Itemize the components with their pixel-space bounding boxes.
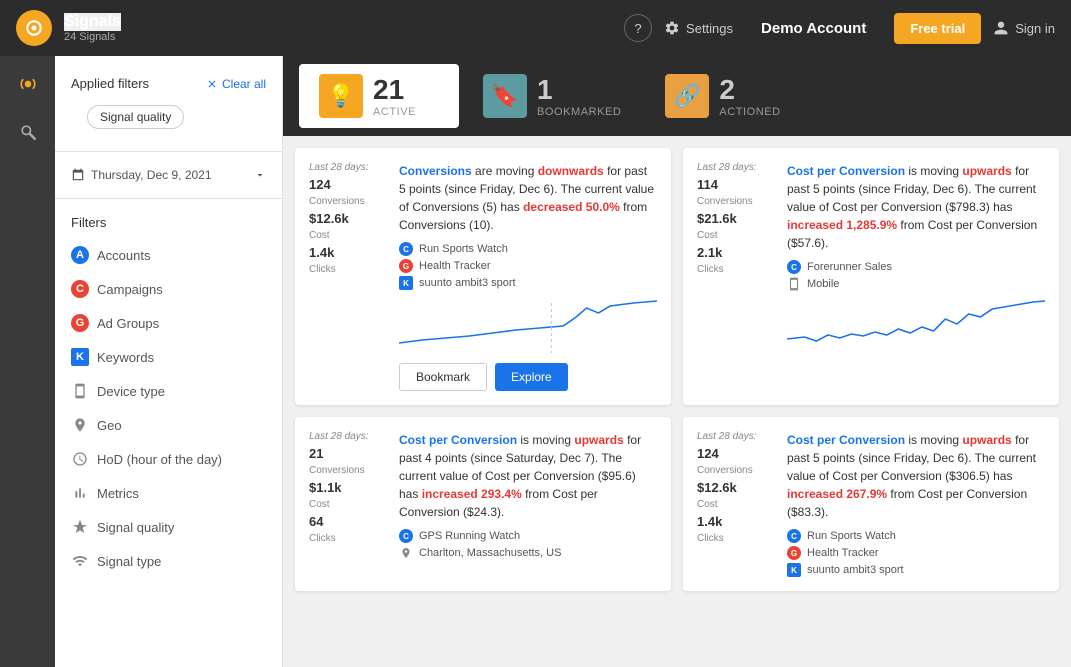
free-trial-button[interactable]: Free trial <box>894 13 981 44</box>
actioned-tab-icon: 🔗 <box>665 74 709 118</box>
help-button[interactable]: ? <box>624 14 652 42</box>
tag-mobile: Mobile <box>787 277 1045 291</box>
bookmark-button-1[interactable]: Bookmark <box>399 363 487 391</box>
filter-signal-type-icon <box>71 552 89 570</box>
signal-card-2: Last 28 days: 114 Conversions $21.6k Cos… <box>683 148 1059 405</box>
tab-active[interactable]: 💡 21 Active <box>299 64 459 128</box>
filter-accounts-icon: A <box>71 246 89 264</box>
card1-metric-link[interactable]: Conversions <box>399 164 472 178</box>
demo-account-label: Demo Account <box>745 20 882 37</box>
settings-button[interactable]: Settings <box>664 20 733 36</box>
filter-campaigns-icon: C <box>71 280 89 298</box>
signal-card-1: Last 28 days: 124 Conversions $12.6k Cos… <box>295 148 671 405</box>
clear-all-button[interactable]: Clear all <box>206 77 266 91</box>
filter-metrics[interactable]: Metrics <box>55 476 282 510</box>
filter-signal-quality-icon <box>71 518 89 536</box>
tag-c-forerunner: C Forerunner Sales <box>787 260 1045 274</box>
signal-card-3: Last 28 days: 21 Conversions $1.1k Cost … <box>295 417 671 591</box>
filter-keywords-icon: K <box>71 348 89 366</box>
filter-campaigns[interactable]: C Campaigns <box>55 272 282 306</box>
tag-2: G Health Tracker <box>399 259 657 273</box>
tab-actioned[interactable]: 🔗 2 Actioned <box>645 64 805 128</box>
filter-adgroups-icon: G <box>71 314 89 332</box>
main-content: 💡 21 Active 🔖 1 Bookmarked 🔗 2 Actioned <box>283 56 1071 667</box>
tab-bookmarked[interactable]: 🔖 1 Bookmarked <box>463 64 641 128</box>
main-layout: Applied filters Clear all Signal quality… <box>0 56 1071 667</box>
filter-accounts[interactable]: A Accounts <box>55 238 282 272</box>
left-panel: Applied filters Clear all Signal quality… <box>55 56 283 667</box>
sidebar-signals-icon[interactable] <box>12 68 44 100</box>
applied-filters-title: Applied filters <box>71 76 149 91</box>
applied-filters-row: Applied filters Clear all <box>55 68 282 99</box>
tag-1: C Run Sports Watch <box>399 242 657 256</box>
filters-heading: Filters <box>55 207 282 238</box>
status-tabs: 💡 21 Active 🔖 1 Bookmarked 🔗 2 Actioned <box>283 56 1071 136</box>
explore-button-1[interactable]: Explore <box>495 363 568 391</box>
tag-gps: C GPS Running Watch <box>399 529 657 543</box>
filter-ad-groups[interactable]: G Ad Groups <box>55 306 282 340</box>
card3-metric-link[interactable]: Cost per Conversion <box>399 433 517 447</box>
sidebar-telescope-icon[interactable] <box>12 116 44 148</box>
signal-quality-filter-btn[interactable]: Signal quality <box>87 105 184 129</box>
tag-charlton: Charlton, Massachusetts, US <box>399 546 657 560</box>
date-picker[interactable]: Thursday, Dec 9, 2021 <box>55 160 282 190</box>
card2-metric-link[interactable]: Cost per Conversion <box>787 164 905 178</box>
date-label: Thursday, Dec 9, 2021 <box>71 168 212 182</box>
app-logo <box>16 10 52 46</box>
filter-hod-icon <box>71 450 89 468</box>
bookmarked-tab-icon: 🔖 <box>483 74 527 118</box>
cards-grid: Last 28 days: 124 Conversions $12.6k Cos… <box>283 136 1071 603</box>
tag-3: K suunto ambit3 sport <box>399 276 657 290</box>
filter-geo-icon <box>71 416 89 434</box>
sidebar <box>0 56 55 667</box>
filter-hod[interactable]: HoD (hour of the day) <box>55 442 282 476</box>
top-nav: Signals 24 Signals ? Settings Demo Accou… <box>0 0 1071 56</box>
app-title: Signals 24 Signals <box>64 13 121 43</box>
tag-g-health: G Health Tracker <box>787 546 1045 560</box>
tag-k-suunto: K suunto ambit3 sport <box>787 563 1045 577</box>
card4-metric-link[interactable]: Cost per Conversion <box>787 433 905 447</box>
signal-card-4: Last 28 days: 124 Conversions $12.6k Cos… <box>683 417 1059 591</box>
filter-metrics-icon <box>71 484 89 502</box>
filter-geo[interactable]: Geo <box>55 408 282 442</box>
signin-button[interactable]: Sign in <box>993 20 1055 36</box>
filter-signal-quality[interactable]: Signal quality <box>55 510 282 544</box>
tag-c-run: C Run Sports Watch <box>787 529 1045 543</box>
filter-keywords[interactable]: K Keywords <box>55 340 282 374</box>
active-tab-icon: 💡 <box>319 74 363 118</box>
filter-device-icon <box>71 382 89 400</box>
card2-chart <box>787 299 1045 354</box>
filter-device-type[interactable]: Device type <box>55 374 282 408</box>
filter-signal-type[interactable]: Signal type <box>55 544 282 578</box>
card1-chart <box>399 298 657 353</box>
